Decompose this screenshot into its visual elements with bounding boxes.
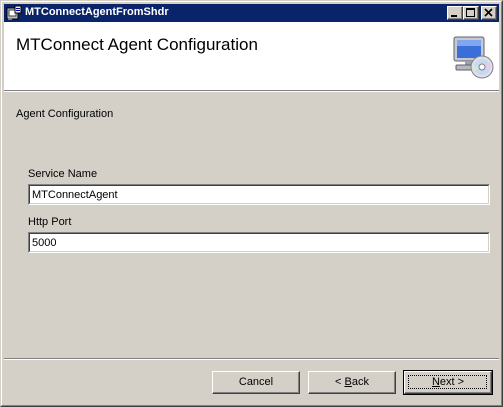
next-button[interactable]: Next > (403, 370, 493, 395)
service-name-input[interactable]: MTConnectAgent (28, 184, 490, 205)
wizard-header: MTConnect Agent Configuration (4, 22, 499, 90)
installer-window: MTConnectAgentFromShdr MTConnect Agent C… (0, 0, 503, 407)
back-button-label: ack (351, 376, 369, 388)
next-button-mnemonic: N (431, 376, 440, 388)
minimize-button[interactable] (447, 6, 463, 20)
footer-divider-highlight (4, 359, 499, 360)
page-title: MTConnect Agent Configuration (16, 35, 258, 54)
http-port-input[interactable]: 5000 (28, 232, 490, 253)
computer-with-disc-icon (448, 35, 496, 83)
header-divider-highlight (4, 91, 499, 92)
cancel-button-label: Cancel (238, 376, 274, 388)
next-button-label: ext > (439, 376, 465, 388)
http-port-label: Http Port (28, 216, 72, 228)
back-button-mnemonic: B (344, 376, 352, 388)
back-button[interactable]: < Back (308, 371, 396, 394)
cancel-button[interactable]: Cancel (212, 371, 300, 394)
window-title: MTConnectAgentFromShdr (25, 6, 169, 18)
title-bar[interactable]: MTConnectAgentFromShdr (4, 4, 499, 22)
section-label: Agent Configuration (16, 108, 114, 120)
maximize-button[interactable] (463, 6, 479, 20)
installer-app-icon[interactable] (6, 5, 22, 21)
back-button-prefix: < (335, 376, 345, 388)
service-name-label: Service Name (28, 168, 98, 180)
service-name-value[interactable]: MTConnectAgent (29, 185, 489, 204)
http-port-value[interactable]: 5000 (29, 233, 489, 252)
close-button[interactable] (481, 6, 497, 20)
